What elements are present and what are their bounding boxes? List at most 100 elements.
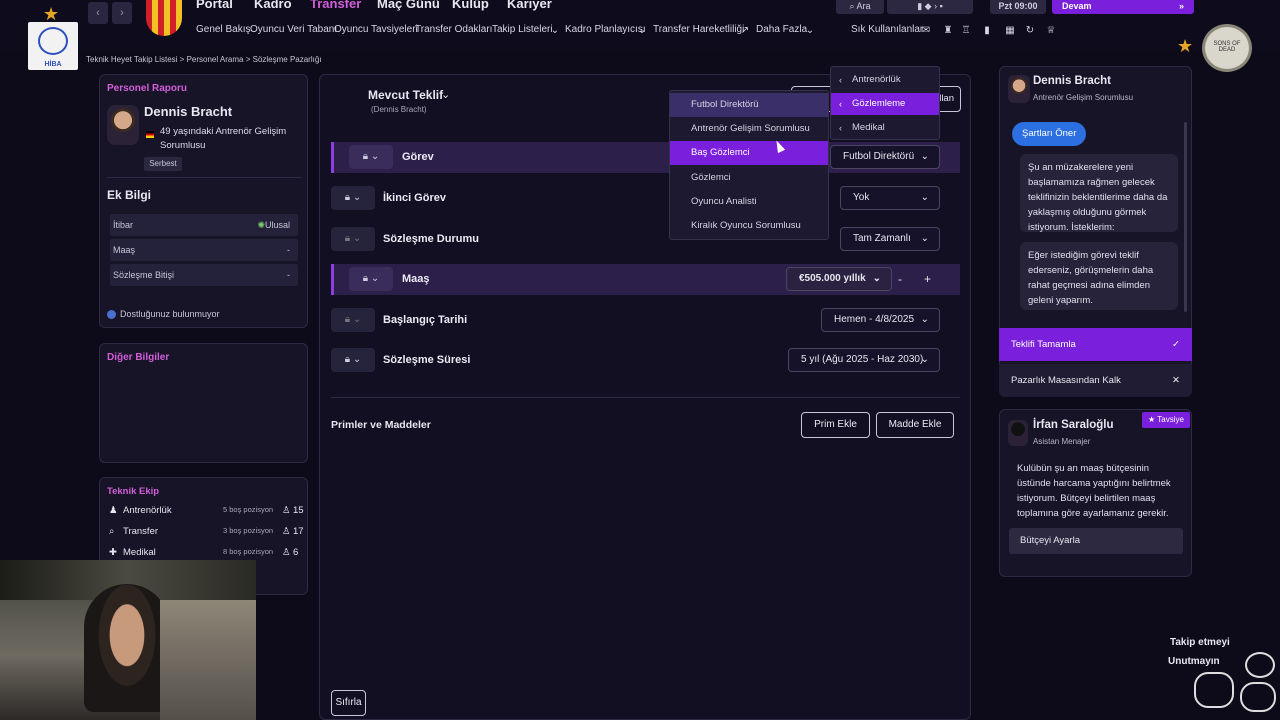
reset-button[interactable]: Sıfırla bbox=[331, 690, 366, 716]
subnav-more[interactable]: Daha Fazla bbox=[756, 24, 807, 35]
chevron-down-icon: ⌄ bbox=[352, 192, 362, 203]
start-date-value: Hemen - 4/8/2025 bbox=[834, 314, 915, 325]
person-icon: ♙ bbox=[282, 505, 291, 516]
nav-kadro[interactable]: Kadro bbox=[254, 0, 292, 11]
calendar-icon[interactable]: ▦ bbox=[1004, 25, 1016, 37]
extra-info-title: Ek Bilgi bbox=[107, 188, 152, 202]
advice-badge-label: Tavsiye bbox=[1157, 415, 1184, 424]
staff-row-coaching[interactable]: ♟ Antrenörlük 5 boş pozisyon ♙ 15 bbox=[107, 505, 304, 523]
trophy-icon[interactable]: ♜ bbox=[942, 25, 954, 37]
relation-icon bbox=[107, 310, 116, 319]
club-crest-icon[interactable] bbox=[146, 0, 182, 36]
advisor-name: İrfan Saraloğlu bbox=[1033, 419, 1114, 431]
close-icon: ✕ bbox=[1172, 375, 1180, 386]
dropdown-item-analyst[interactable]: Oyuncu Analisti bbox=[670, 190, 828, 214]
mail-icon[interactable]: ✉ bbox=[920, 25, 932, 37]
salary-value: €505.000 yıllık bbox=[799, 273, 866, 284]
nav-career[interactable]: Kariyer bbox=[507, 0, 552, 11]
chevron-down-icon: ⌄ bbox=[352, 354, 362, 365]
search-button[interactable]: ⌕ Ara bbox=[836, 0, 884, 14]
lock-icon: 🔒︎ bbox=[344, 192, 351, 203]
award-icon[interactable]: ♕ bbox=[1045, 25, 1057, 37]
add-clause-button[interactable]: Madde Ekle bbox=[876, 412, 954, 438]
lock-icon: 🔒︎ bbox=[344, 233, 351, 244]
external-link-icon: ↗ bbox=[740, 25, 750, 36]
shirt-icon[interactable]: ♖ bbox=[960, 25, 972, 37]
staff-row-count: 15 bbox=[293, 505, 304, 516]
chevron-down-icon: ⌄ bbox=[550, 25, 560, 36]
lock-toggle-length[interactable]: 🔒︎ ⌄ bbox=[331, 348, 375, 372]
offer-subtitle: (Dennis Bracht) bbox=[371, 105, 427, 114]
forward-button[interactable]: › bbox=[112, 2, 132, 24]
second-role-select[interactable]: Yok ⌄ bbox=[840, 186, 940, 210]
category-medical[interactable]: ‹ Medikal bbox=[831, 117, 939, 139]
chevron-left-icon: ‹ bbox=[839, 75, 842, 85]
leave-negotiation-button[interactable]: Pazarlık Masasından Kalk ✕ bbox=[999, 364, 1192, 397]
staff-row-transfer[interactable]: ⌕ Transfer 3 boş pozisyon ♙ 17 bbox=[107, 526, 304, 544]
start-date-select[interactable]: Hemen - 4/8/2025 ⌄ bbox=[821, 308, 940, 332]
quick-links[interactable]: Sık Kullanılanlar bbox=[851, 24, 923, 35]
staff-row-open: 5 boş pozisyon bbox=[223, 505, 274, 514]
subnav-transfer-activity[interactable]: Transfer Hareketliliği bbox=[653, 24, 744, 35]
subnav-recommendations[interactable]: Oyuncu Tavsiyeleri bbox=[334, 24, 418, 35]
nav-matchday[interactable]: Maç Günü bbox=[377, 0, 440, 11]
info-value: ✺Ulusal bbox=[257, 214, 290, 236]
subnav-player-db[interactable]: Oyuncu Veri Tabanı bbox=[250, 24, 337, 35]
search-icon: ⌕ bbox=[849, 1, 855, 11]
divider bbox=[107, 177, 302, 178]
nav-transfer[interactable]: Transfer bbox=[310, 0, 361, 11]
lock-toggle-contract-type[interactable]: 🔒︎ ⌄ bbox=[331, 227, 375, 251]
nav-club[interactable]: Kulüp bbox=[452, 0, 489, 11]
flag-icon bbox=[146, 131, 154, 138]
lock-icon: 🔒︎ bbox=[362, 151, 369, 162]
staff-row-open: 8 boş pozisyon bbox=[223, 547, 274, 556]
refresh-icon[interactable]: ↻ bbox=[1024, 25, 1036, 37]
top-bar: ‹ › Portal Kadro Transfer Maç Günü Kulüp… bbox=[0, 0, 1280, 50]
dropdown-item-loan-manager[interactable]: Kiralık Oyuncu Sorumlusu bbox=[670, 214, 828, 238]
salary-select[interactable]: €505.000 yıllık ⌄ bbox=[786, 267, 892, 291]
globe-icon bbox=[38, 27, 68, 55]
chevron-left-icon: ‹ bbox=[839, 123, 842, 133]
adjust-budget-button[interactable]: Bütçeyi Ayarla bbox=[1009, 528, 1183, 554]
chevron-down-icon: ⌄ bbox=[637, 25, 647, 36]
dropdown-item-dev-coach[interactable]: Antrenör Gelişim Sorumlusu bbox=[670, 117, 828, 141]
salary-increase-button[interactable]: + bbox=[924, 272, 931, 286]
category-scouting[interactable]: ‹ Gözlemleme bbox=[831, 93, 939, 115]
dropdown-item-scout[interactable]: Gözlemci bbox=[670, 166, 828, 190]
dropdown-item-chief-scout[interactable]: Baş Gözlemci bbox=[670, 141, 828, 165]
dropdown-item-director[interactable]: Futbol Direktörü bbox=[670, 93, 828, 117]
lock-toggle-start-date[interactable]: 🔒︎ ⌄ bbox=[331, 308, 375, 332]
role-select[interactable]: Futbol Direktörü ⌄ bbox=[830, 145, 940, 169]
avatar bbox=[1008, 420, 1028, 446]
subnav-targets[interactable]: Transfer Odakları bbox=[415, 24, 492, 35]
toolbar-icons[interactable]: ▮ ◆ › ▪ bbox=[887, 0, 973, 14]
lock-toggle-salary[interactable]: 🔒︎ ⌄ bbox=[349, 267, 393, 291]
chevron-down-icon[interactable]: ⌄ bbox=[441, 88, 450, 101]
nav-portal[interactable]: Portal bbox=[196, 0, 233, 11]
lock-toggle-role[interactable]: 🔒︎ ⌄ bbox=[349, 145, 393, 169]
propose-terms-button[interactable]: Şartları Öner bbox=[1012, 122, 1087, 146]
star-icon: ★ bbox=[1148, 415, 1156, 424]
scrollbar[interactable] bbox=[1184, 122, 1187, 312]
second-role-value: Yok bbox=[853, 192, 870, 203]
continue-button[interactable]: Devam » bbox=[1052, 0, 1194, 14]
salary-decrease-button[interactable]: - bbox=[898, 272, 902, 286]
phone-icon[interactable]: ▮ bbox=[981, 25, 993, 37]
complete-offer-button[interactable]: Teklifi Tamamla ✓ bbox=[999, 328, 1192, 361]
add-bonus-button[interactable]: Prim Ekle bbox=[801, 412, 870, 438]
chevron-down-icon: ⌄ bbox=[370, 273, 380, 284]
category-coaching[interactable]: ‹ Antrenörlük bbox=[831, 69, 939, 91]
lock-toggle-second-role[interactable]: 🔒︎ ⌄ bbox=[331, 186, 375, 210]
length-select[interactable]: 5 yıl (Ağu 2025 - Haz 2030) ⌄ bbox=[788, 348, 940, 372]
subnav-shortlists[interactable]: Takip Listeleri bbox=[492, 24, 553, 35]
globe-icon: ✺ bbox=[257, 220, 265, 230]
back-button[interactable]: ‹ bbox=[88, 2, 108, 24]
info-row-reputation: İtibar ✺Ulusal bbox=[110, 214, 298, 236]
staff-row-label: Transfer bbox=[123, 526, 159, 537]
contract-type-select[interactable]: Tam Zamanlı ⌄ bbox=[840, 227, 940, 251]
chevron-down-icon: ⌄ bbox=[920, 354, 929, 365]
chevron-down-icon: ⌄ bbox=[872, 273, 881, 284]
subnav-overview[interactable]: Genel Bakış bbox=[196, 24, 250, 35]
subnav-squad-planner[interactable]: Kadro Planlayıcısı bbox=[565, 24, 646, 35]
info-value: - bbox=[287, 270, 290, 280]
